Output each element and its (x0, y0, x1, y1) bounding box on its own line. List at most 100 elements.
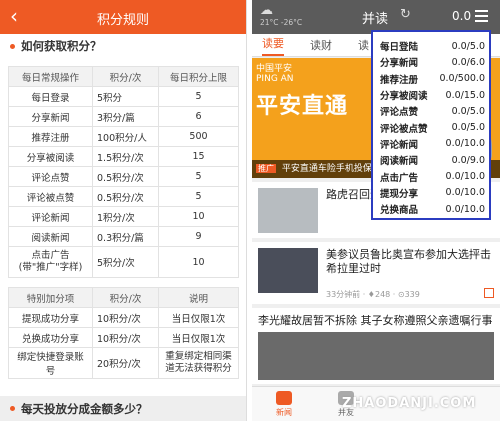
points-label: 推荐注册 (380, 74, 419, 86)
news-thumbnail (258, 248, 318, 293)
points-row: 兑换商品 0.0/10.0 (380, 201, 485, 217)
table-cell: 每日登录 (8, 86, 93, 107)
points-menu-icon[interactable] (475, 10, 488, 25)
points-row: 评论新闻 0.0/10.0 (380, 136, 485, 152)
table-cell: 10 (158, 246, 239, 278)
table-header-row: 特别加分项 积分/次 说明 (8, 287, 239, 308)
section-daily-amount: 每天投放分成金额多少？ (0, 396, 246, 421)
tab-ducai[interactable]: 读财 (310, 37, 332, 56)
points-value: 0.0/5.0 (451, 105, 485, 117)
points-label: 分享被阅读 (380, 91, 428, 103)
brand-line: 中国平安 (256, 64, 293, 74)
tab-du[interactable]: 读 (358, 37, 369, 56)
brand-line: PING AN (256, 74, 294, 84)
points-label: 兑换商品 (380, 205, 419, 217)
table-cell: 提现成功分享 (8, 307, 93, 328)
cloud-icon: ☁ (260, 3, 273, 18)
table-row: 评论点赞 0.5积分/次 5 (8, 166, 239, 187)
table-cell: 100积分/人 (92, 126, 159, 147)
table-cell: 1.5积分/次 (92, 146, 159, 167)
points-popup: 每日登陆 0.0/5.0 分享新闻 0.0/6.0 推荐注册 0.0/500.0 分享… (371, 30, 491, 220)
table-row: 推荐注册 100积分/人 500 (8, 126, 239, 147)
table-header-cell: 特别加分项 (8, 287, 93, 308)
points-row: 每日登陆 0.0/5.0 (380, 38, 485, 54)
news-title: 美参议员鲁比奥宣布参加大选抨击希拉里过时 (326, 248, 491, 275)
daily-points-table: 每日常规操作 积分/次 每日积分上限 每日登录 5积分 5 分享新闻 3积分/篇 6 推… (8, 66, 239, 278)
table-header-cell: 每日积分上限 (158, 66, 239, 87)
news-title: 李光耀故居暂不拆除 其子女称遵照父亲遗嘱行事 (258, 314, 493, 327)
points-row: 提现分享 0.0/10.0 (380, 185, 485, 201)
table-cell: 6 (158, 106, 239, 127)
points-row: 阅读新闻 0.0/9.0 (380, 152, 485, 168)
section-title: 如何获取积分？ (21, 39, 102, 53)
nav-news[interactable]: 新闻 (264, 391, 304, 418)
points-row: 分享新闻 0.0/6.0 (380, 54, 485, 70)
table-cell: 10 (158, 206, 239, 227)
points-row: 分享被阅读 0.0/15.0 (380, 87, 485, 103)
table-cell: 绑定快捷登录账号 (8, 347, 93, 379)
table-cell: 0.5积分/次 (92, 186, 159, 207)
points-score[interactable]: 0.0 (452, 9, 471, 23)
points-value: 0.0/15.0 (445, 89, 485, 101)
points-value: 0.0/6.0 (451, 56, 485, 68)
table-cell: 10积分/次 (92, 307, 159, 328)
table-cell: 阅读新闻 (8, 226, 93, 247)
list-item[interactable]: 李光耀故居暂不拆除 其子女称遵照父亲遗嘱行事 (252, 308, 500, 384)
points-value: 0.0/500.0 (439, 73, 485, 85)
points-label: 点击广告 (380, 172, 419, 184)
table-row: 评论新闻 1积分/次 10 (8, 206, 239, 227)
table-cell: 重复绑定相同渠道无法获得积分 (158, 347, 239, 379)
table-row: 每日登录 5积分 5 (8, 86, 239, 107)
table-row: 兑换成功分享 10积分/次 当日仅限1次 (8, 327, 239, 348)
news-photo (258, 332, 494, 380)
table-cell: 10积分/次 (92, 327, 159, 348)
table-cell: 评论点赞 (8, 166, 93, 187)
table-cell: 分享新闻 (8, 106, 93, 127)
section-title: 每天投放分成金额多少？ (21, 401, 148, 416)
list-item[interactable]: 美参议员鲁比奥宣布参加大选抨击希拉里过时 33分钟前 · ♦248 · ⊙339 (252, 242, 500, 304)
table-cell: 5 (158, 186, 239, 207)
table-header-row: 每日常规操作 积分/次 每日积分上限 (8, 66, 239, 87)
watermark: ZHAODANJI.COM (342, 396, 477, 411)
brand-logo: 中国平安 PING AN (256, 64, 294, 84)
weather-temp: 21°C -26°C (260, 18, 303, 27)
table-header-cell: 积分/次 (92, 66, 159, 87)
points-label: 分享新闻 (380, 58, 419, 70)
table-cell: 点击广告 (带"推广"字样) (8, 246, 93, 278)
table-row: 评论被点赞 0.5积分/次 5 (8, 186, 239, 207)
points-label: 评论点赞 (380, 107, 419, 119)
news-meta: 33分钟前 · ♦248 · ⊙339 (326, 290, 420, 299)
table-cell: 推荐注册 (8, 126, 93, 147)
points-value: 0.0/10.0 (445, 203, 485, 215)
points-value: 0.0/5.0 (451, 40, 485, 52)
table-cell: 500 (158, 126, 239, 147)
points-value: 0.0/10.0 (445, 187, 485, 199)
points-label: 评论新闻 (380, 139, 419, 151)
points-row: 推荐注册 0.0/500.0 (380, 71, 485, 87)
table-row: 阅读新闻 0.3积分/篇 9 (8, 226, 239, 247)
weather-widget[interactable]: ☁ 21°C -26°C (260, 4, 304, 27)
news-icon (276, 391, 292, 405)
table-cell: 评论被点赞 (8, 186, 93, 207)
ad-tag: 推广 (256, 164, 276, 173)
tab-duyao[interactable]: 读要 (262, 35, 284, 56)
table-row: 提现成功分享 10积分/次 当日仅限1次 (8, 307, 239, 328)
points-label: 阅读新闻 (380, 156, 419, 168)
special-points-table: 特别加分项 积分/次 说明 提现成功分享 10积分/次 当日仅限1次 兑换成功分享 1… (8, 287, 239, 379)
points-row: 评论点赞 0.0/5.0 (380, 103, 485, 119)
points-label: 提现分享 (380, 188, 419, 200)
table-cell: 5 (158, 166, 239, 187)
table-row: 分享新闻 3积分/篇 6 (8, 106, 239, 127)
table-header-cell: 积分/次 (92, 287, 159, 308)
refresh-icon[interactable]: ↻ (400, 7, 411, 22)
table-cell: 5 (158, 86, 239, 107)
banner-headline: 平安直通 (256, 94, 349, 119)
table-cell: 当日仅限1次 (158, 327, 239, 348)
table-cell: 20积分/次 (92, 347, 159, 379)
table-row: 分享被阅读 1.5积分/次 15 (8, 146, 239, 167)
share-icon[interactable] (484, 288, 494, 298)
table-row: 绑定快捷登录账号 20积分/次 重复绑定相同渠道无法获得积分 (8, 347, 239, 379)
table-cell: 0.3积分/篇 (92, 226, 159, 247)
nav-label: 新闻 (276, 408, 292, 417)
table-cell: 当日仅限1次 (158, 307, 239, 328)
